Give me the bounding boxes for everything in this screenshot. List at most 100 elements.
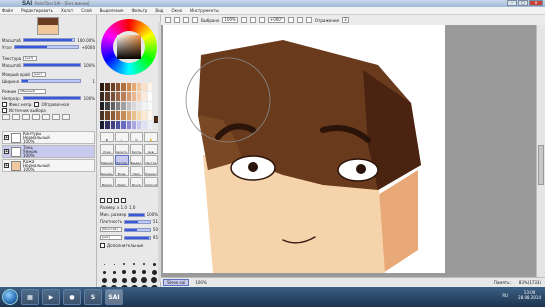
color-swatch[interactable]	[110, 111, 115, 120]
zoom-out-button[interactable]	[240, 17, 247, 23]
maximize-button[interactable]: □	[518, 0, 528, 6]
zoom-reset-button[interactable]	[258, 17, 265, 23]
tool-binary[interactable]: Бинарь	[100, 166, 114, 176]
color-swatch[interactable]	[137, 83, 142, 92]
start-button[interactable]	[2, 289, 18, 305]
min-size-slider[interactable]	[128, 212, 145, 217]
color-swatch[interactable]	[126, 92, 131, 101]
round-edge-button[interactable]	[121, 198, 126, 203]
color-swatch[interactable]	[115, 101, 121, 111]
brush-size-preset[interactable]	[150, 277, 158, 283]
density-slider[interactable]	[124, 219, 151, 224]
color-swatch[interactable]	[110, 120, 115, 129]
color-swatch[interactable]	[131, 111, 137, 120]
taskbar-sai-icon[interactable]: SAI	[105, 289, 123, 305]
tool-select-eraser[interactable]: Ластик выд.	[144, 155, 158, 165]
tool-airbrush[interactable]: Аэрогр.	[114, 144, 129, 154]
menu-view[interactable]: Вид	[155, 8, 163, 13]
tool-brush[interactable]: Кисть	[129, 144, 144, 154]
color-swatch[interactable]	[142, 92, 147, 101]
color-swatch[interactable]	[110, 83, 115, 92]
color-swatch[interactable]	[131, 120, 137, 129]
color-swatch[interactable]	[126, 111, 131, 120]
rotate-tool[interactable]: ↻	[129, 132, 144, 142]
color-swatch[interactable]	[100, 111, 105, 120]
effect-select[interactable]: [нет]	[31, 71, 46, 77]
color-swatch[interactable]	[126, 120, 131, 129]
hand-tool[interactable]: ✋	[144, 132, 158, 142]
blend-mode-select[interactable]: Обычный	[18, 88, 47, 94]
menu-edit[interactable]: Редактировать	[21, 8, 53, 13]
brush-size-preset[interactable]	[150, 269, 158, 275]
taskbar-media-icon[interactable]: ▶	[42, 289, 60, 305]
brush-size-preset[interactable]	[140, 277, 148, 283]
color-swatch[interactable]	[110, 92, 115, 101]
brush-size-preset[interactable]	[150, 261, 158, 267]
normal-edge-button[interactable]	[100, 198, 105, 203]
brush-size-preset[interactable]	[120, 269, 128, 275]
brush-size-preset[interactable]	[100, 269, 108, 275]
clear-layer-button[interactable]	[52, 114, 60, 120]
tool-hand[interactable]: Рука	[100, 144, 114, 154]
color-swatch[interactable]	[131, 101, 137, 111]
color-swatch[interactable]	[121, 92, 126, 101]
color-swatch[interactable]	[142, 83, 147, 92]
color-swatch[interactable]	[121, 83, 126, 92]
color-swatch[interactable]	[142, 111, 147, 120]
color-swatch[interactable]	[131, 83, 137, 92]
taskbar-skype-icon[interactable]: S	[84, 289, 102, 305]
brush-size-preset[interactable]	[130, 269, 138, 275]
menu-selection[interactable]: Выделение	[100, 8, 124, 13]
brush-size-preset[interactable]	[100, 261, 108, 267]
new-layer-button[interactable]	[2, 114, 10, 120]
color-swatch[interactable]	[137, 120, 142, 129]
color-swatch[interactable]	[110, 101, 115, 111]
brush-size-preset[interactable]	[140, 261, 148, 267]
zoom-field[interactable]: 100%	[222, 17, 238, 23]
selection-checkbox[interactable]	[192, 17, 198, 23]
zoom-in-button[interactable]	[249, 17, 256, 23]
navigator-thumbnail[interactable]	[37, 17, 59, 35]
color-swatch[interactable]	[100, 92, 105, 101]
delete-layer-button[interactable]	[62, 114, 70, 120]
color-swatch[interactable]	[142, 101, 147, 111]
color-swatch[interactable]	[115, 92, 121, 101]
color-swatch[interactable]	[131, 92, 137, 101]
new-folder-button[interactable]	[22, 114, 30, 120]
color-swatch[interactable]	[147, 101, 152, 111]
tool-airbrush-2[interactable]: Airbrush	[144, 177, 158, 187]
tool-watercolor[interactable]: Акв.	[144, 144, 158, 154]
brush-size-preset[interactable]	[110, 261, 118, 267]
brush-size-preset[interactable]	[140, 269, 148, 275]
canvas-vertical-scrollbar[interactable]	[536, 25, 545, 287]
tool-select-pen[interactable]: Выдел.	[129, 155, 144, 165]
preserve-opacity-checkbox[interactable]	[2, 101, 7, 107]
eye-icon[interactable]: ◉	[4, 149, 9, 154]
brush-size-preset[interactable]	[110, 277, 118, 283]
toolbar-button-2[interactable]	[174, 17, 180, 23]
eye-icon[interactable]: ◉	[4, 135, 9, 140]
scrollbar-thumb[interactable]	[538, 145, 544, 185]
language-indicator[interactable]: RU	[502, 293, 508, 298]
color-swatch[interactable]	[100, 120, 105, 129]
color-swatch[interactable]	[105, 101, 110, 111]
color-swatch[interactable]	[115, 120, 121, 129]
taskbar-explorer-icon[interactable]: ▦	[21, 289, 39, 305]
color-swatch[interactable]	[100, 101, 105, 111]
stabilizer-field[interactable]: 3	[342, 17, 349, 23]
brush-size-preset[interactable]	[130, 277, 138, 283]
tool-marker[interactable]: Маркер	[100, 155, 114, 165]
flip-button[interactable]	[305, 17, 312, 23]
width-slider[interactable]	[21, 79, 81, 83]
angle-field[interactable]: +000°	[267, 17, 285, 23]
tool-blur[interactable]: Размытие	[144, 166, 158, 176]
color-swatch[interactable]	[147, 92, 152, 101]
hard-edge-button[interactable]	[114, 198, 119, 203]
menu-layer[interactable]: Слой	[81, 8, 91, 13]
menu-canvas[interactable]: Холст	[61, 8, 73, 13]
brush-texture-select[interactable]: [нет]	[100, 235, 122, 240]
tool-eraser[interactable]: Ластик	[114, 155, 129, 165]
soft-edge-button[interactable]	[107, 198, 112, 203]
color-swatch[interactable]	[126, 83, 131, 92]
color-swatch[interactable]	[100, 83, 105, 92]
